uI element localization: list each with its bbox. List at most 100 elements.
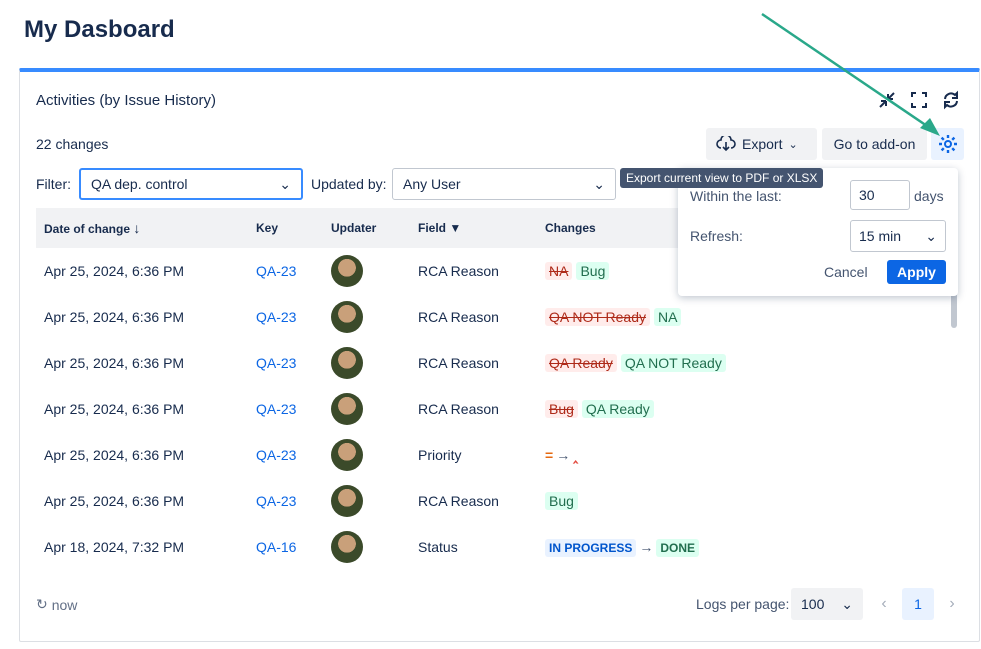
issue-key-link[interactable]: QA-23 (256, 309, 296, 325)
new-value: QA NOT Ready (620, 354, 726, 372)
table-row: Apr 25, 2024, 6:36 PM QA-23 RCA Reason Bug Q… (36, 386, 954, 432)
header-updater: Updater (331, 221, 377, 235)
export-tooltip: Export current view to PDF or XLSX (620, 168, 824, 188)
chevron-down-icon: ⌄ (925, 227, 937, 244)
header-key: Key (256, 221, 279, 235)
changes-cell: Bug QA Ready (537, 386, 954, 432)
field-cell: RCA Reason (418, 401, 499, 417)
refresh-icon[interactable] (941, 90, 961, 110)
field-cell: RCA Reason (418, 263, 499, 279)
new-value: Bug (545, 492, 578, 510)
gear-icon (938, 135, 957, 153)
issue-key-link[interactable]: QA-23 (256, 263, 296, 279)
date-cell: Apr 25, 2024, 6:36 PM (44, 355, 185, 371)
refresh-small-icon: ↻ (36, 596, 48, 612)
avatar[interactable] (331, 347, 363, 379)
arrow-down-icon: ↓ (133, 220, 141, 236)
filter-select[interactable]: QA dep. control ⌄ (79, 168, 303, 200)
field-cell: RCA Reason (418, 493, 499, 509)
date-cell: Apr 25, 2024, 6:36 PM (44, 309, 185, 325)
arrow-right-icon: → (639, 539, 654, 555)
avatar[interactable] (331, 393, 363, 425)
header-date[interactable]: Date of change ↓ (36, 208, 248, 248)
old-value: Bug (545, 400, 578, 418)
chevron-down-icon: ⌄ (279, 175, 291, 192)
date-cell: Apr 25, 2024, 6:36 PM (44, 263, 185, 279)
old-value: QA Ready (545, 354, 617, 372)
export-button[interactable]: Export ⌄ (706, 128, 817, 160)
filter-label: Filter: (36, 176, 71, 192)
last-refresh[interactable]: ↻ now (36, 596, 77, 613)
logs-per-page-label: Logs per page: (696, 596, 790, 612)
new-value: QA Ready (581, 400, 654, 418)
minimize-icon[interactable] (877, 90, 897, 110)
table-row: Apr 25, 2024, 6:36 PM QA-23 RCA Reason QA N… (36, 294, 954, 340)
refresh-text: now (51, 596, 78, 613)
gadget-title: Activities (by Issue History) (36, 92, 217, 109)
field-cell: RCA Reason (418, 309, 499, 325)
changes-count: 22 changes (36, 136, 109, 152)
refresh-value: 15 min (859, 228, 902, 244)
new-status: DONE (656, 539, 700, 557)
field-cell: RCA Reason (418, 355, 499, 371)
avatar[interactable] (331, 485, 363, 517)
refresh-select[interactable]: 15 min ⌄ (850, 220, 946, 252)
priority-high-icon: ‸ (573, 446, 578, 463)
updated-by-label: Updated by: (311, 176, 387, 192)
changes-cell: = → ‸ (537, 432, 954, 478)
avatar[interactable] (331, 531, 363, 563)
cloud-download-icon (716, 136, 736, 152)
apply-button[interactable]: Apply (887, 260, 946, 284)
page-button[interactable]: 1 (902, 588, 934, 620)
arrow-right-icon: → (556, 446, 571, 463)
issue-key-link[interactable]: QA-23 (256, 355, 296, 371)
fullscreen-icon[interactable] (909, 90, 929, 110)
gadget-header-icons (877, 90, 961, 110)
header-field[interactable]: Field ▼ (410, 208, 537, 248)
old-value: NA (545, 262, 573, 280)
filter-icon: ▼ (449, 221, 462, 235)
page-title: My Dasboard (24, 16, 175, 43)
field-cell: Status (418, 539, 458, 555)
date-cell: Apr 25, 2024, 6:36 PM (44, 493, 185, 509)
issue-key-link[interactable]: QA-23 (256, 447, 296, 463)
old-value: QA NOT Ready (545, 308, 651, 326)
date-cell: Apr 25, 2024, 6:36 PM (44, 401, 185, 417)
new-value: NA (654, 308, 682, 326)
pagination: ‹ 1 › (872, 588, 964, 620)
filter-value: QA dep. control (91, 176, 188, 192)
date-cell: Apr 18, 2024, 7:32 PM (44, 539, 185, 555)
issue-key-link[interactable]: QA-23 (256, 493, 296, 509)
chevron-down-icon: ⌄ (593, 175, 605, 192)
avatar[interactable] (331, 301, 363, 333)
updated-by-value: Any User (403, 176, 461, 192)
activities-gadget: Activities (by Issue History) 22 changes… (19, 68, 980, 642)
issue-key-link[interactable]: QA-16 (256, 539, 296, 555)
chevron-down-icon: ⌄ (788, 138, 798, 151)
changes-cell: Bug (537, 478, 954, 524)
table-row: Apr 18, 2024, 7:32 PM QA-16 Status IN PROGR… (36, 524, 954, 570)
table-row: Apr 25, 2024, 6:36 PM QA-23 RCA Reason QA R… (36, 340, 954, 386)
go-to-addon-button[interactable]: Go to add-on (822, 128, 927, 160)
refresh-label: Refresh: (690, 228, 743, 244)
cancel-button[interactable]: Cancel (824, 264, 868, 280)
avatar[interactable] (331, 255, 363, 287)
old-status: IN PROGRESS (545, 539, 637, 557)
table-row: Apr 25, 2024, 6:36 PM QA-23 RCA Reason Bug (36, 478, 954, 524)
priority-medium-icon: = (545, 446, 554, 463)
new-value: Bug (576, 262, 610, 280)
within-input[interactable]: 30 (850, 180, 910, 210)
prev-page-icon[interactable]: ‹ (872, 588, 896, 620)
changes-cell: QA Ready QA NOT Ready (537, 340, 954, 386)
changes-cell: QA NOT Ready NA (537, 294, 954, 340)
field-cell: Priority (418, 447, 462, 463)
next-page-icon[interactable]: › (940, 588, 964, 620)
settings-button[interactable] (931, 128, 964, 160)
avatar[interactable] (331, 439, 363, 471)
chevron-down-icon: ⌄ (841, 595, 853, 612)
updated-by-select[interactable]: Any User ⌄ (392, 168, 616, 200)
table-row: Apr 25, 2024, 6:36 PM QA-23 Priority = → ‸ (36, 432, 954, 478)
days-label: days (914, 188, 944, 204)
logs-per-page-select[interactable]: 100 ⌄ (791, 588, 863, 620)
issue-key-link[interactable]: QA-23 (256, 401, 296, 417)
